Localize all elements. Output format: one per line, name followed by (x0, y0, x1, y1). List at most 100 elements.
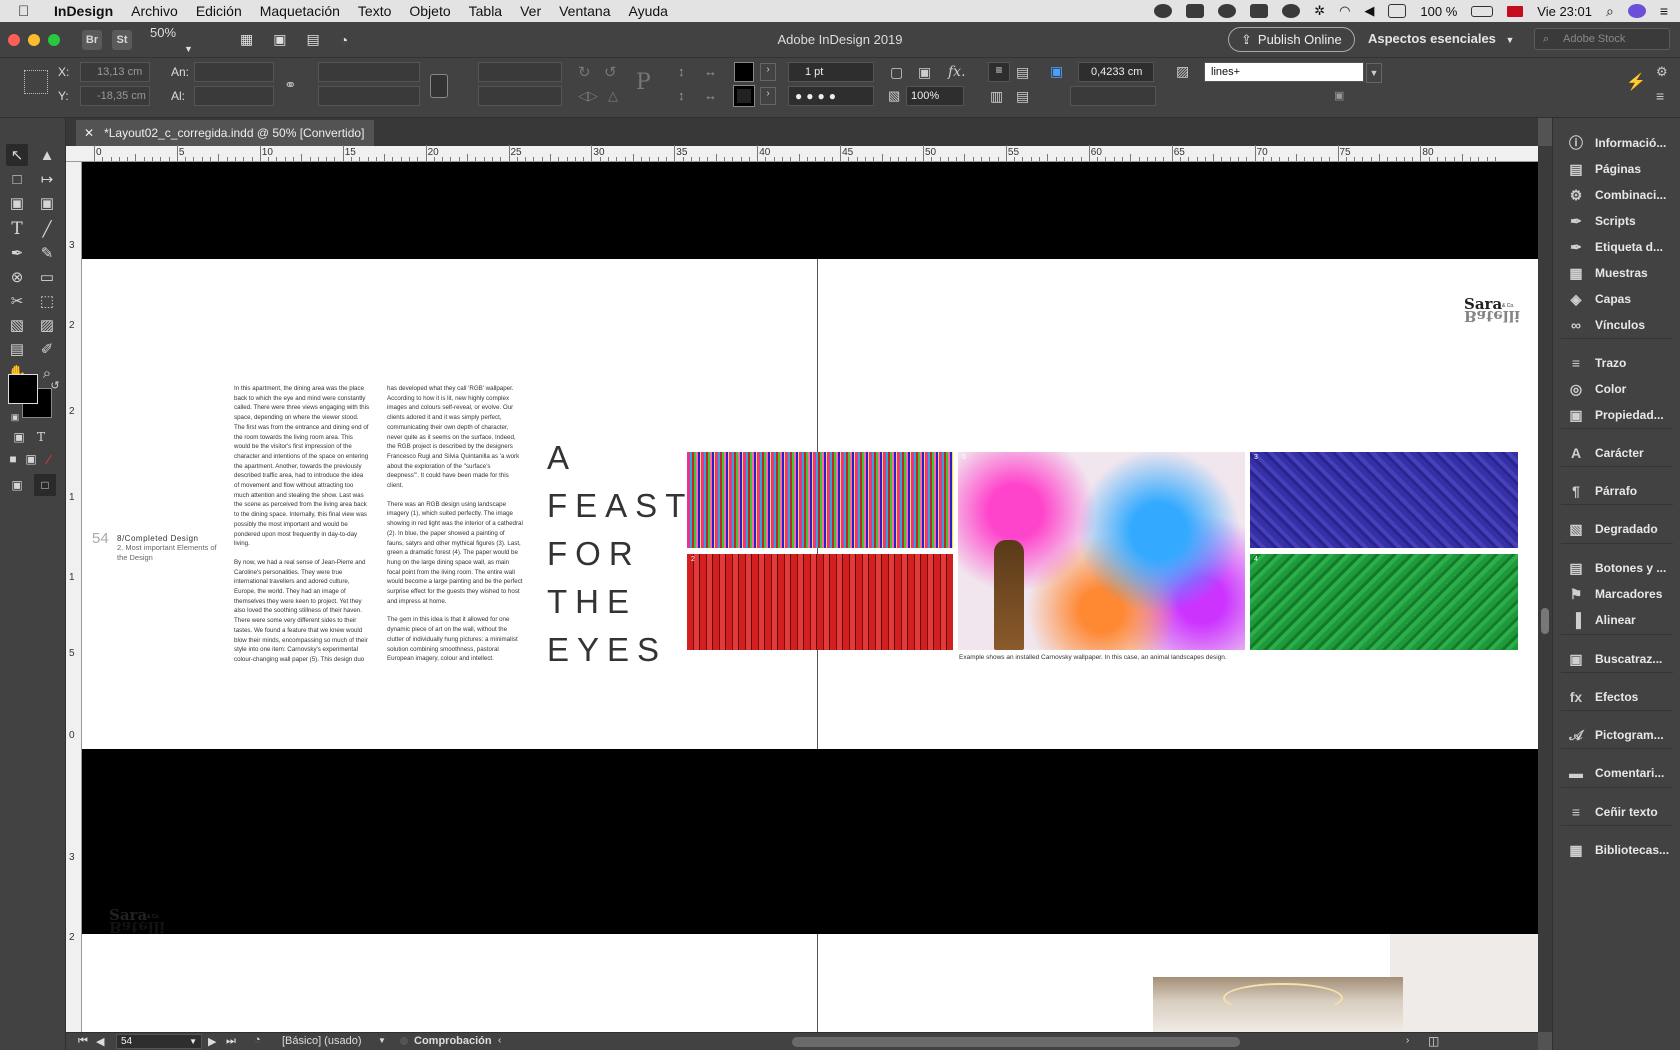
text-wrap-none-icon[interactable]: ≡ (988, 62, 1010, 82)
menu-archivo[interactable]: Archivo (122, 3, 187, 19)
clock[interactable]: Vie 23:01 (1537, 4, 1592, 19)
panel-paragraph[interactable]: ¶ Párrafo (1553, 478, 1680, 504)
dropbox-icon[interactable] (1186, 4, 1205, 18)
selection-tool-icon[interactable]: ↖ (6, 144, 28, 166)
image-caption[interactable]: Example shows an installed Carnovsky wal… (959, 654, 1227, 661)
panel-properties[interactable]: ▣ Propiedad... (1553, 402, 1680, 428)
chevron-down-icon[interactable]: ▼ (378, 1036, 386, 1045)
bridge-button[interactable]: Br (82, 29, 102, 50)
zoom-select[interactable]: 50% ▼ (150, 25, 220, 55)
panel-pathfinder[interactable]: ▣ Buscatraz... (1553, 646, 1680, 672)
workspace-switcher[interactable]: Aspectos esenciales ▼ (1368, 31, 1514, 46)
stroke-weight-field[interactable]: 1 pt (788, 62, 874, 82)
drop-shadow-icon[interactable]: ▣ (918, 64, 931, 81)
volume-icon[interactable]: ◀ (1364, 3, 1374, 19)
rotate-ccw-icon[interactable]: ↺ (604, 63, 617, 81)
siri-icon[interactable] (1627, 4, 1646, 18)
last-page-icon[interactable]: ⏭ (226, 1035, 236, 1048)
image-cathedral-red[interactable]: 2 (687, 554, 953, 650)
image-mythical-blue[interactable]: 3 (1250, 452, 1518, 548)
menu-texto[interactable]: Texto (349, 3, 400, 19)
height-field[interactable] (194, 86, 274, 106)
rectangle-frame-tool-icon[interactable]: ⊗ (6, 266, 28, 288)
page-number-field[interactable]: 54 ▼ (116, 1034, 202, 1049)
apply-none-icon[interactable]: ∕ (38, 448, 60, 470)
reference-point-icon[interactable] (24, 70, 48, 94)
control-panel-menu-icon[interactable]: ≡ (1656, 88, 1664, 104)
fill-swatch[interactable] (734, 62, 754, 82)
type-tool-icon[interactable]: T (6, 218, 28, 240)
panel-links[interactable]: ∞ Vínculos (1553, 312, 1680, 338)
zoom-window-icon[interactable] (48, 33, 60, 46)
rotate-cw-icon[interactable]: ↻ (578, 63, 591, 81)
normal-view-icon[interactable]: ▣ (6, 474, 28, 496)
arrange-documents-icon[interactable]: ▤ (306, 31, 319, 48)
panel-script-label[interactable]: ✒ Etiqueta d... (1553, 234, 1680, 260)
view-options-icon[interactable]: ▦ (240, 31, 253, 48)
eyedropper-tool-icon[interactable]: ✐ (36, 338, 58, 360)
flip-horizontal-icon[interactable]: ◁▷ (578, 88, 598, 104)
menu-app[interactable]: InDesign (40, 3, 122, 19)
menu-tabla[interactable]: Tabla (460, 3, 511, 19)
width-field[interactable] (194, 62, 274, 82)
fx-label[interactable]: fx. (948, 64, 966, 80)
free-transform-tool-icon[interactable]: ⬚ (36, 290, 58, 312)
folio-section[interactable]: 8/Completed Design (117, 534, 198, 543)
text-wrap-bbox-icon[interactable]: ▤ (1016, 64, 1029, 81)
select-prev-icon[interactable]: ↔ (704, 64, 717, 79)
split-window-icon[interactable]: ◫ (1428, 1034, 1439, 1048)
open-page-icon[interactable]: ◔ (254, 1034, 261, 1046)
object-style-field[interactable]: lines+ (1204, 62, 1364, 82)
folio-number[interactable]: 54 (92, 530, 109, 547)
panel-merge[interactable]: ⚙ Combinaci... (1553, 182, 1680, 208)
fill-color-swatch[interactable] (8, 374, 38, 404)
battery-icon[interactable] (1471, 5, 1494, 17)
page-next-left[interactable] (82, 934, 818, 1032)
stroke-swatch[interactable] (733, 85, 755, 107)
scale-x-field[interactable] (318, 62, 420, 82)
first-page-icon[interactable]: ⏮ (78, 1035, 88, 1048)
stroke-dropdown-icon[interactable]: › (760, 87, 776, 105)
scroll-left-icon[interactable]: ‹ (498, 1035, 501, 1046)
panel-info[interactable]: ⓘ Informació... (1553, 130, 1680, 156)
y-position-field[interactable]: -18,35 cm (80, 86, 150, 106)
fill-dropdown-icon[interactable]: › (760, 63, 776, 81)
formatting-text-icon[interactable]: T (30, 426, 52, 448)
close-tab-icon[interactable]: ✕ (84, 126, 94, 140)
gap-tool-icon[interactable]: ↦ (36, 168, 58, 190)
panel-pages[interactable]: ▤ Páginas (1553, 156, 1680, 182)
constrain-proportions-icon[interactable]: ⚭ (284, 76, 297, 94)
bluetooth-icon[interactable]: ✲ (1314, 3, 1325, 19)
stroke-type-field[interactable]: ●●●● (788, 86, 874, 106)
direct-selection-tool-icon[interactable]: ▲ (36, 144, 58, 166)
menu-ventana[interactable]: Ventana (550, 3, 619, 19)
panel-comments[interactable]: ▬ Comentari... (1553, 760, 1680, 786)
document-canvas[interactable]: 54 8/Completed Design 2. Most important … (82, 162, 1538, 1032)
prev-page-icon[interactable]: ◀ (96, 1035, 104, 1048)
menu-maquetacion[interactable]: Maquetación (251, 3, 349, 19)
preview-view-icon[interactable]: □ (34, 474, 56, 496)
default-colors-icon[interactable]: ▣ (4, 406, 26, 428)
secondary-select[interactable] (1070, 86, 1156, 106)
select-container-icon[interactable]: ↕ (678, 64, 685, 79)
minimize-window-icon[interactable] (28, 33, 40, 46)
image-installed-wallpaper[interactable]: 5 (958, 452, 1245, 650)
text-column-2[interactable]: has developed what they call 'RGB' wallp… (387, 384, 523, 673)
panel-buttons[interactable]: ▤ Botones y ... (1553, 555, 1680, 581)
text-wrap-shape-icon[interactable]: ▥ (990, 88, 1003, 105)
gradient-swatch-tool-icon[interactable]: ▧ (6, 314, 28, 336)
panel-swatches[interactable]: ▦ Muestras (1553, 260, 1680, 286)
spotlight-icon[interactable]: ⌕ (1606, 3, 1614, 20)
text-column-1[interactable]: In this apartment, the dining area was t… (234, 384, 370, 674)
next-page-icon[interactable]: ▶ (208, 1035, 216, 1048)
horizontal-scroll-thumb[interactable] (792, 1037, 1240, 1047)
swap-colors-icon[interactable]: ↺ (44, 374, 66, 396)
panel-scripts[interactable]: ✒ Scripts (1553, 208, 1680, 234)
scroll-right-icon[interactable]: › (1406, 1035, 1409, 1046)
image-forest-green[interactable]: 4 (1250, 554, 1518, 650)
menu-ayuda[interactable]: Ayuda (620, 3, 677, 19)
panel-effects[interactable]: fx Efectos (1553, 684, 1680, 710)
text-wrap-jump-icon[interactable]: ▤ (1016, 88, 1029, 105)
panel-glyphs[interactable]: 𝒜 Pictogram... (1553, 722, 1680, 748)
content-placer-icon[interactable]: ▣ (36, 192, 58, 214)
